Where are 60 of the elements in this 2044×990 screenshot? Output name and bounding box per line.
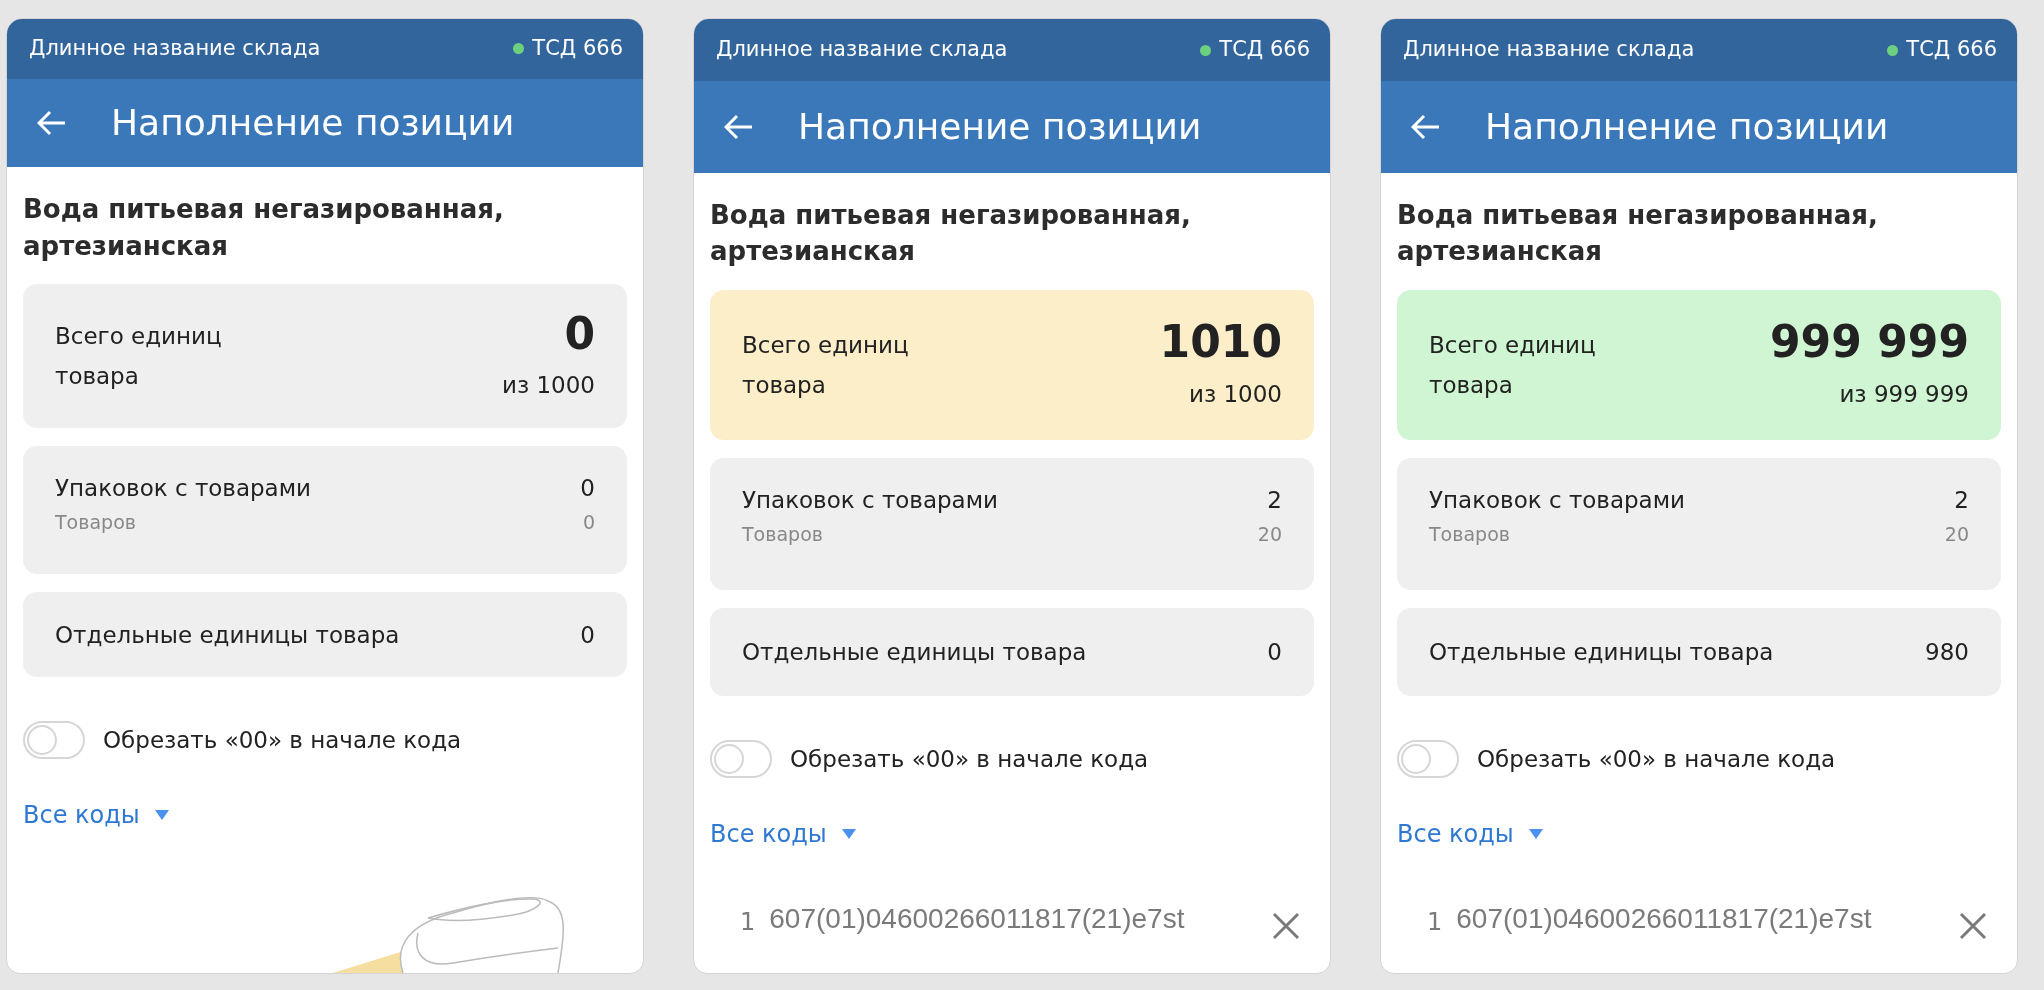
items-value: 0 — [582, 510, 595, 536]
device-name: ТСД 666 — [1219, 36, 1310, 64]
packs-value: 2 — [1954, 485, 1969, 515]
total-target: из 1000 — [1187, 379, 1282, 409]
product-name: Вода питьевая негазированная, артезианская — [22, 193, 505, 263]
screen-title: Наполнение позиции — [798, 105, 1202, 149]
packs-label: Упаковок с товарами — [1429, 485, 1685, 515]
all-codes-link[interactable]: Все коды — [23, 797, 140, 833]
screen-title: Наполнение позиции — [111, 100, 515, 145]
singles-value: 980 — [1925, 637, 1969, 667]
toggle-label: Обрезать «00» в начале кода — [790, 744, 1149, 774]
back-arrow-icon[interactable] — [37, 109, 67, 136]
warehouse-name: Длинное название склада — [716, 36, 1008, 64]
toggle-label: Обрезать «00» в начале кода — [103, 725, 462, 755]
items-label: Товаров — [55, 510, 136, 536]
caret-icon[interactable] — [840, 827, 857, 840]
all-codes-link[interactable]: Все коды — [710, 815, 827, 852]
toggle-switch[interactable] — [1397, 739, 1459, 778]
product-name: Вода питьевая негазированная, артезианская — [709, 199, 1192, 269]
device-name: ТСД 666 — [532, 35, 623, 63]
total-value: 999 999 — [1770, 318, 1969, 367]
remove-icon[interactable] — [1272, 911, 1300, 940]
singles-label: Отдельные единицы товара — [742, 637, 1087, 667]
caret-icon[interactable] — [153, 809, 170, 821]
packs-value: 2 — [1267, 485, 1282, 515]
product-name: Вода питьевая негазированная, артезианская — [1396, 199, 1879, 269]
screen-title: Наполнение позиции — [1485, 105, 1889, 149]
total-value: 0 — [563, 309, 595, 359]
back-arrow-icon[interactable] — [1411, 114, 1441, 140]
caret-icon[interactable] — [1527, 827, 1544, 840]
code-index: 1 — [1427, 906, 1443, 938]
all-codes-link[interactable]: Все коды — [1397, 815, 1514, 852]
warehouse-name: Длинное название склада — [1403, 36, 1695, 64]
scanned-code: 607(01)04600266011817(21)e7st — [1456, 901, 1872, 936]
code-index: 1 — [740, 906, 756, 938]
device-name: ТСД 666 — [1906, 36, 1997, 64]
total-label: Всего единиц товара — [742, 330, 910, 400]
packs-value: 0 — [580, 474, 595, 504]
singles-value: 0 — [580, 620, 595, 650]
items-label: Товаров — [1429, 521, 1510, 547]
packs-label: Упаковок с товарами — [55, 474, 311, 504]
singles-label: Отдельные единицы товара — [55, 620, 400, 650]
toggle-label: Обрезать «00» в начале кода — [1477, 744, 1836, 774]
warehouse-name: Длинное название склада — [29, 35, 321, 63]
items-value: 20 — [1944, 521, 1969, 547]
total-value: 1010 — [1159, 318, 1282, 367]
total-label: Всего единиц товара — [1429, 330, 1597, 400]
total-target: из 999 999 — [1838, 379, 1969, 409]
scanned-code: 607(01)04600266011817(21)e7st — [769, 901, 1185, 936]
singles-label: Отдельные единицы товара — [1429, 637, 1774, 667]
toggle-switch[interactable] — [710, 739, 772, 778]
packs-label: Упаковок с товарами — [742, 485, 998, 515]
remove-icon[interactable] — [1959, 911, 1987, 940]
items-label: Товаров — [742, 521, 823, 547]
total-target: из 1000 — [501, 371, 595, 401]
total-label: Всего единиц товара — [55, 322, 223, 392]
singles-value: 0 — [1267, 637, 1282, 667]
back-arrow-icon[interactable] — [724, 114, 754, 140]
items-value: 20 — [1257, 521, 1282, 547]
toggle-switch[interactable] — [23, 721, 85, 759]
